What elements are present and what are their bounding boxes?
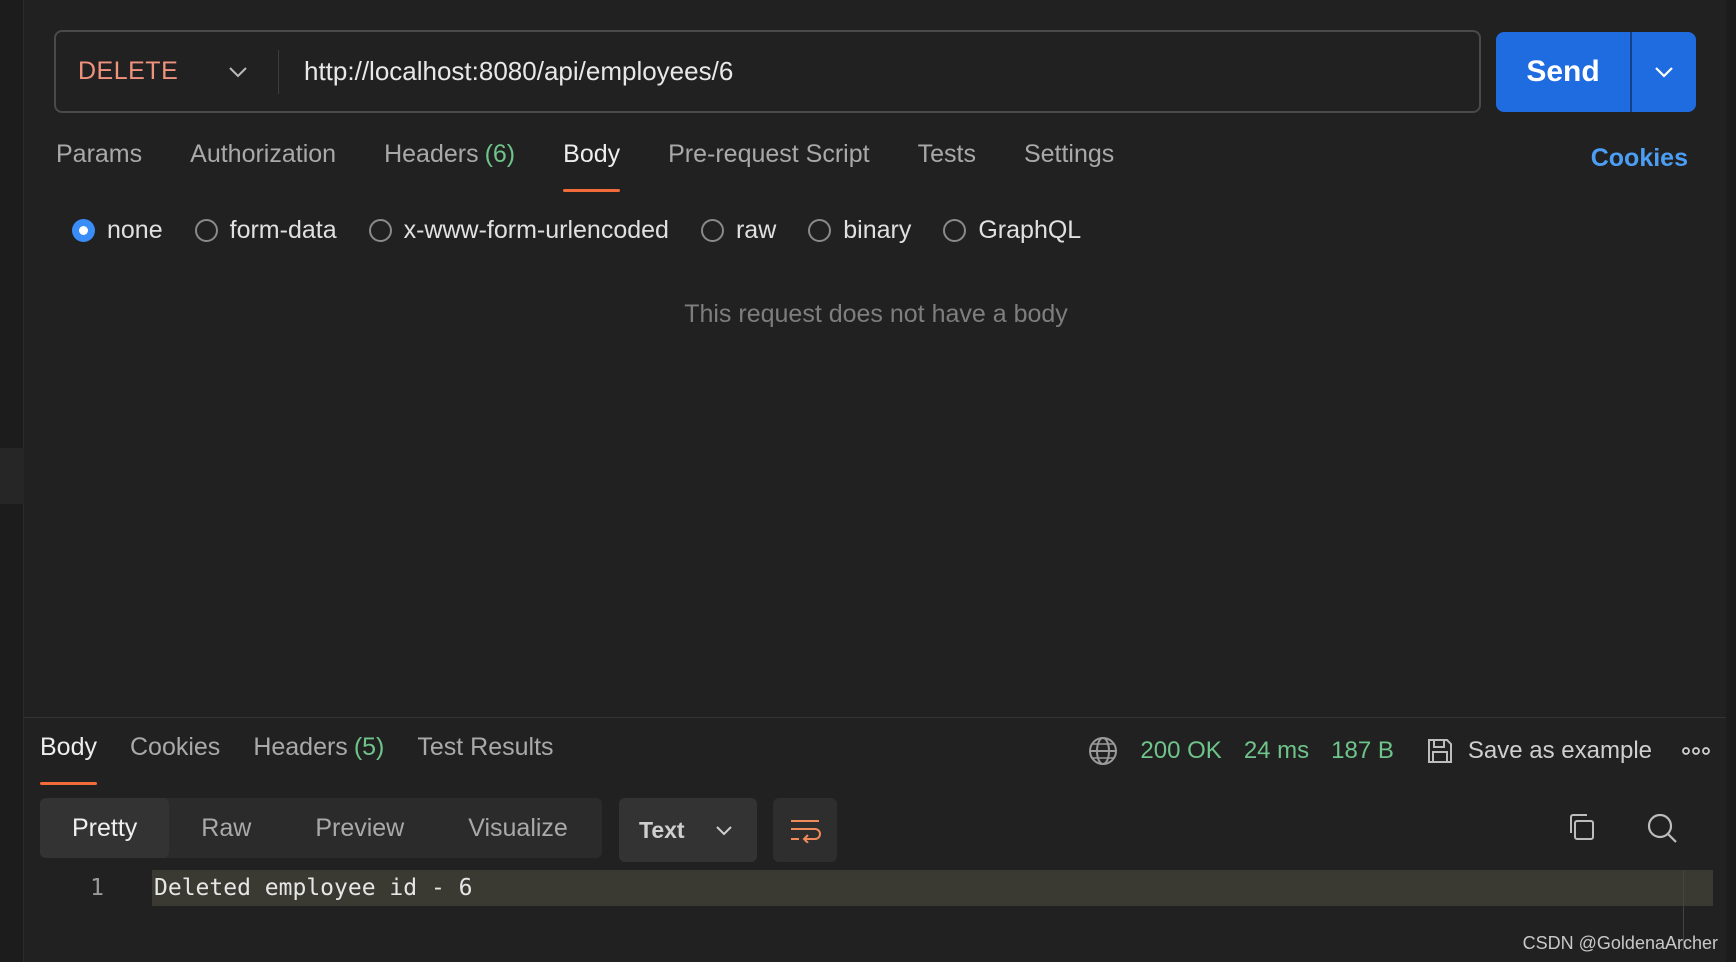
tab-label: Cookies	[129, 733, 221, 761]
tab-label: Params	[56, 140, 143, 168]
radio-dot	[368, 219, 392, 242]
tab-body[interactable]: Body	[563, 140, 620, 192]
chevron-down-icon	[228, 66, 248, 78]
wrap-lines-button[interactable]	[773, 798, 837, 862]
copy-icon[interactable]	[1566, 812, 1596, 842]
more-horizontal-icon[interactable]	[1682, 745, 1710, 757]
request-tabs: Params Authorization Headers (6) Body Pre…	[56, 140, 1162, 192]
radio-label: binary	[843, 216, 912, 244]
radio-label: x-www-form-urlencoded	[403, 216, 669, 244]
tab-label: Headers	[384, 140, 479, 168]
right-panel-strip	[1726, 0, 1736, 962]
save-as-example-button[interactable]: Save as example	[1426, 737, 1652, 765]
tab-params[interactable]: Params	[56, 140, 142, 192]
radio-x-www-form-urlencoded[interactable]: x-www-form-urlencoded	[368, 216, 669, 245]
tab-label: Test Results	[417, 733, 554, 761]
tab-label: Headers	[253, 733, 348, 761]
radio-label: GraphQL	[978, 216, 1082, 244]
line-number: 1	[90, 875, 104, 901]
headers-count: (6)	[484, 140, 516, 168]
url-input[interactable]: http://localhost:8080/api/employees/6	[279, 56, 733, 87]
tab-pre-request-script[interactable]: Pre-request Script	[668, 140, 869, 192]
view-mode-segmented-control: Pretty Raw Preview Visualize	[40, 798, 602, 858]
format-select[interactable]: Text	[619, 798, 757, 862]
tab-label: Settings	[1023, 140, 1115, 168]
chevron-down-icon	[1654, 66, 1674, 78]
status-code[interactable]: 200 OK	[1140, 737, 1221, 765]
response-tab-headers[interactable]: Headers (5)	[253, 733, 384, 785]
cookies-link[interactable]: Cookies	[1591, 144, 1688, 173]
response-status-bar: 200 OK 24 ms 187 B Save as example	[1088, 733, 1710, 769]
radio-none[interactable]: none	[72, 216, 163, 245]
radio-dot	[72, 219, 95, 242]
response-tab-test-results[interactable]: Test Results	[417, 733, 553, 785]
search-icon[interactable]	[1646, 812, 1678, 844]
globe-icon[interactable]	[1088, 736, 1118, 766]
radio-dot	[943, 219, 967, 242]
response-tabs: Body Cookies Headers (5) Test Results	[40, 733, 587, 785]
view-mode-pretty[interactable]: Pretty	[40, 798, 170, 858]
radio-label: none	[107, 216, 163, 244]
send-button-group: Send	[1496, 32, 1696, 112]
response-headers-count: (5)	[353, 733, 385, 761]
view-mode-visualize[interactable]: Visualize	[436, 798, 600, 858]
tab-label: Body	[563, 140, 621, 168]
method-label: DELETE	[78, 57, 179, 85]
method-select[interactable]: DELETE	[56, 32, 278, 111]
save-icon	[1426, 737, 1454, 765]
send-options-button[interactable]	[1632, 32, 1696, 112]
tab-authorization[interactable]: Authorization	[190, 140, 336, 192]
view-mode-preview[interactable]: Preview	[283, 798, 436, 858]
response-tab-body[interactable]: Body	[40, 733, 97, 785]
radio-raw[interactable]: raw	[700, 216, 777, 245]
radio-dot	[808, 219, 832, 242]
radio-binary[interactable]: binary	[808, 216, 911, 245]
code-line: 1 Deleted employee id - 6	[40, 870, 1713, 906]
tab-label: Body	[40, 733, 97, 761]
empty-body-message: This request does not have a body	[684, 300, 1068, 328]
radio-dot	[700, 219, 724, 242]
radio-dot	[194, 219, 218, 242]
radio-label: raw	[735, 216, 777, 244]
sidebar-resize-handle[interactable]	[0, 448, 24, 504]
tab-label: Tests	[917, 140, 976, 168]
response-body-text[interactable]: Deleted employee id - 6	[152, 870, 1713, 906]
wrap-lines-icon	[789, 817, 821, 843]
tab-settings[interactable]: Settings	[1024, 140, 1114, 192]
view-mode-raw[interactable]: Raw	[169, 798, 283, 858]
tab-headers[interactable]: Headers (6)	[384, 140, 515, 192]
body-type-radio-group: none form-data x-www-form-urlencoded raw…	[72, 216, 1113, 245]
response-tab-cookies[interactable]: Cookies	[130, 733, 220, 785]
request-url-bar: DELETE http://localhost:8080/api/employe…	[54, 30, 1481, 113]
response-time[interactable]: 24 ms	[1244, 737, 1309, 765]
request-response-divider[interactable]	[24, 717, 1726, 718]
radio-form-data[interactable]: form-data	[194, 216, 337, 245]
response-size[interactable]: 187 B	[1331, 737, 1394, 765]
tab-label: Authorization	[190, 140, 337, 168]
radio-label: form-data	[229, 216, 337, 244]
tab-tests[interactable]: Tests	[918, 140, 976, 192]
chevron-down-icon	[715, 825, 733, 836]
radio-graphql[interactable]: GraphQL	[943, 216, 1081, 245]
format-label: Text	[639, 816, 685, 843]
watermark: CSDN @GoldenaArcher	[1522, 933, 1718, 953]
send-button[interactable]: Send	[1496, 32, 1630, 112]
tab-label: Pre-request Script	[668, 140, 870, 168]
save-as-example-label: Save as example	[1467, 737, 1652, 764]
